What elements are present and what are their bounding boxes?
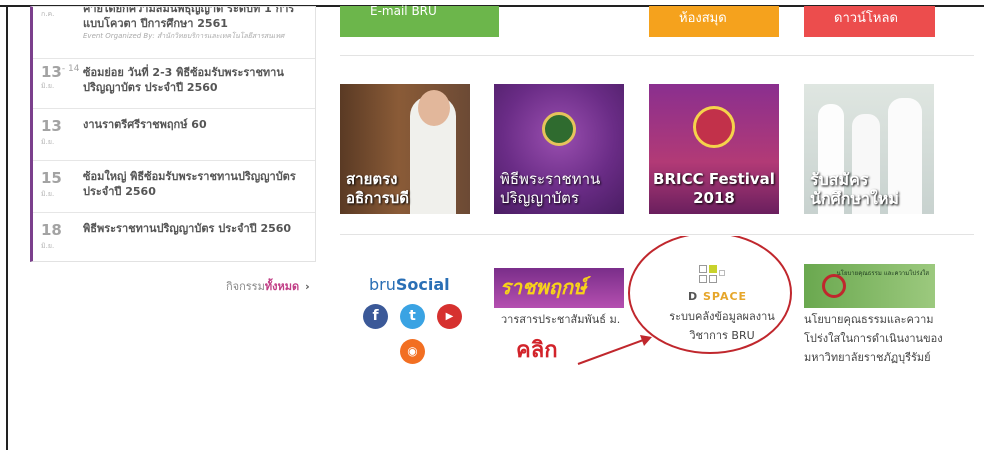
download-button-label: ดาวน์โหลด xyxy=(834,11,898,26)
bru-social-title: bruSocial xyxy=(369,275,450,294)
dspace-logo-d: D xyxy=(688,290,699,303)
all-events-strong: ทั้งหมด xyxy=(264,280,300,293)
event-title[interactable]: พิธีพระราชทานปริญญาบัตร ประจำปี 2560 xyxy=(83,221,308,236)
event-day: 13 xyxy=(41,117,62,135)
dspace-caption-line1: ระบบคลังข้อมูลผลงาน xyxy=(669,310,775,323)
tile-caption-line1: สายตรง xyxy=(346,170,398,188)
tile-caption-line1: BRICC Festival xyxy=(653,170,775,188)
click-annotation: คลิก xyxy=(516,338,558,363)
event-item[interactable]: ก.ค. ค่ายไดยกความสมนพิธุญญาต ระดับที่ 1 … xyxy=(33,6,315,59)
event-item[interactable]: 18 มิ.ย. พิธีพระราชทานปริญญาบัตร ประจำปี… xyxy=(33,213,315,261)
tile-caption: รับสมัคร นักศึกษาใหม่ xyxy=(810,170,899,208)
event-title-line2: แบบโควตา ปีการศึกษา 2561 xyxy=(83,17,228,30)
tile-caption-line2: อธิการบดี xyxy=(346,189,409,207)
dspace-caption[interactable]: ระบบคลังข้อมูลผลงาน วิชาการ BRU xyxy=(667,307,777,345)
frame-left-border xyxy=(6,5,8,450)
dspace-squares-icon xyxy=(699,265,729,287)
policy-caption-line3: มหาวิทยาลัยราชภัฏบุรีรัมย์ xyxy=(804,351,931,364)
event-title[interactable]: ซ้อมย่อย วันที่ 2-3 พิธีซ้อมรับพระราชทาน… xyxy=(83,65,308,95)
divider xyxy=(340,234,974,235)
person-head xyxy=(418,90,450,126)
event-item[interactable]: 13- 14 มิ.ย. ซ้อมย่อย วันที่ 2-3 พิธีซ้อ… xyxy=(33,59,315,109)
dspace-logo-space: SPACE xyxy=(702,290,748,303)
social-title-strong: Social xyxy=(395,275,450,294)
divider xyxy=(340,55,974,56)
event-day: 18 xyxy=(41,221,62,239)
tile-caption: สายตรง อธิการบดี xyxy=(346,170,409,208)
event-month: มิ.ย. xyxy=(41,190,55,198)
event-title[interactable]: ค่ายไดยกความสมนพิธุญญาต ระดับที่ 1 การ แ… xyxy=(83,6,308,31)
policy-banner-text: นโยบายคุณธรรม และความโปร่งใส xyxy=(836,270,929,277)
tile-caption-line2: นักศึกษาใหม่ xyxy=(810,189,899,208)
policy-caption-line1: นโยบายคุณธรรมและความ xyxy=(804,313,934,326)
policy-caption[interactable]: นโยบายคุณธรรมและความ โปร่งใสในการดำเนินง… xyxy=(804,310,943,367)
policy-banner[interactable]: นโยบายคุณธรรม และความโปร่งใส xyxy=(804,264,935,308)
event-title[interactable]: งานราตรีศรีราชพฤกษ์ 60 xyxy=(83,117,308,132)
event-day-num: 13 xyxy=(41,63,62,81)
tile-caption-line2: 2018 xyxy=(693,189,735,207)
tile-caption: พิธีพระราชทาน ปริญญาบัตร xyxy=(500,170,600,208)
emblem-icon xyxy=(542,112,576,146)
email-button-label: E-mail BRU xyxy=(370,4,437,18)
library-button-label: ห้องสมุด xyxy=(679,11,727,26)
event-title[interactable]: ซ้อมใหญ่ พิธีซ้อมรับพระราชทานปริญญาบัตร … xyxy=(83,169,308,199)
library-button[interactable]: ห้องสมุด xyxy=(649,6,779,37)
event-item[interactable]: 13 มิ.ย. งานราตรีศรีราชพฤกษ์ 60 xyxy=(33,109,315,161)
policy-caption-line2: โปร่งใสในการดำเนินงานของ xyxy=(804,332,943,345)
tile-president[interactable]: สายตรง อธิการบดี xyxy=(340,84,470,214)
event-month: มิ.ย. xyxy=(41,138,55,146)
event-month: มิ.ย. xyxy=(41,242,55,250)
event-month: ก.ค. xyxy=(41,10,55,18)
event-month: มิ.ย. xyxy=(41,82,55,90)
all-events-link[interactable]: กิจกรรมทั้งหมด › xyxy=(226,277,310,295)
tile-caption-line1: รับสมัคร xyxy=(810,170,869,189)
event-item[interactable]: 15 มิ.ย. ซ้อมใหญ่ พิธีซ้อมรับพระราชทานปร… xyxy=(33,161,315,213)
no-bribe-icon xyxy=(822,274,846,298)
dspace-caption-line2: วิชาการ BRU xyxy=(689,329,755,342)
all-events-prefix: กิจกรรม xyxy=(226,280,265,293)
annotation-overlay xyxy=(577,236,792,365)
tile-caption: BRICC Festival 2018 xyxy=(649,170,779,208)
rss-icon[interactable]: ◉ xyxy=(400,339,425,364)
email-button[interactable]: E-mail BRU xyxy=(340,4,499,37)
twitter-icon[interactable]: t xyxy=(400,304,425,329)
tile-caption-line1: พิธีพระราชทาน xyxy=(500,170,601,188)
download-button[interactable]: ดาวน์โหลด xyxy=(804,6,935,37)
event-title-line1: ค่ายไดยกความสมนพิธุญญาต ระดับที่ 1 การ xyxy=(83,6,295,15)
chevron-right-icon: › xyxy=(305,280,310,293)
event-day-range: - 14 xyxy=(61,64,80,74)
dspace-logo[interactable]: D SPACE xyxy=(688,290,747,303)
event-organizer: Event Organized By: สำนักวิทยบริการและเท… xyxy=(83,32,285,40)
event-day: 15 xyxy=(41,169,62,187)
emblem-icon xyxy=(693,106,735,148)
tile-caption-line2: ปริญญาบัตร xyxy=(500,189,579,207)
annotation-arrow xyxy=(577,338,647,365)
facebook-icon[interactable]: f xyxy=(363,304,388,329)
events-panel: ก.ค. ค่ายไดยกความสมนพิธุญญาต ระดับที่ 1 … xyxy=(30,6,316,262)
tile-graduation[interactable]: พิธีพระราชทาน ปริญญาบัตร xyxy=(494,84,624,214)
youtube-icon[interactable]: ▶ xyxy=(437,304,462,329)
tile-admission[interactable]: รับสมัคร นักศึกษาใหม่ xyxy=(804,84,934,214)
tile-bricc-festival[interactable]: BRICC Festival 2018 xyxy=(649,84,779,214)
social-title-prefix: bru xyxy=(369,275,396,294)
event-day: 13- 14 xyxy=(41,63,79,81)
